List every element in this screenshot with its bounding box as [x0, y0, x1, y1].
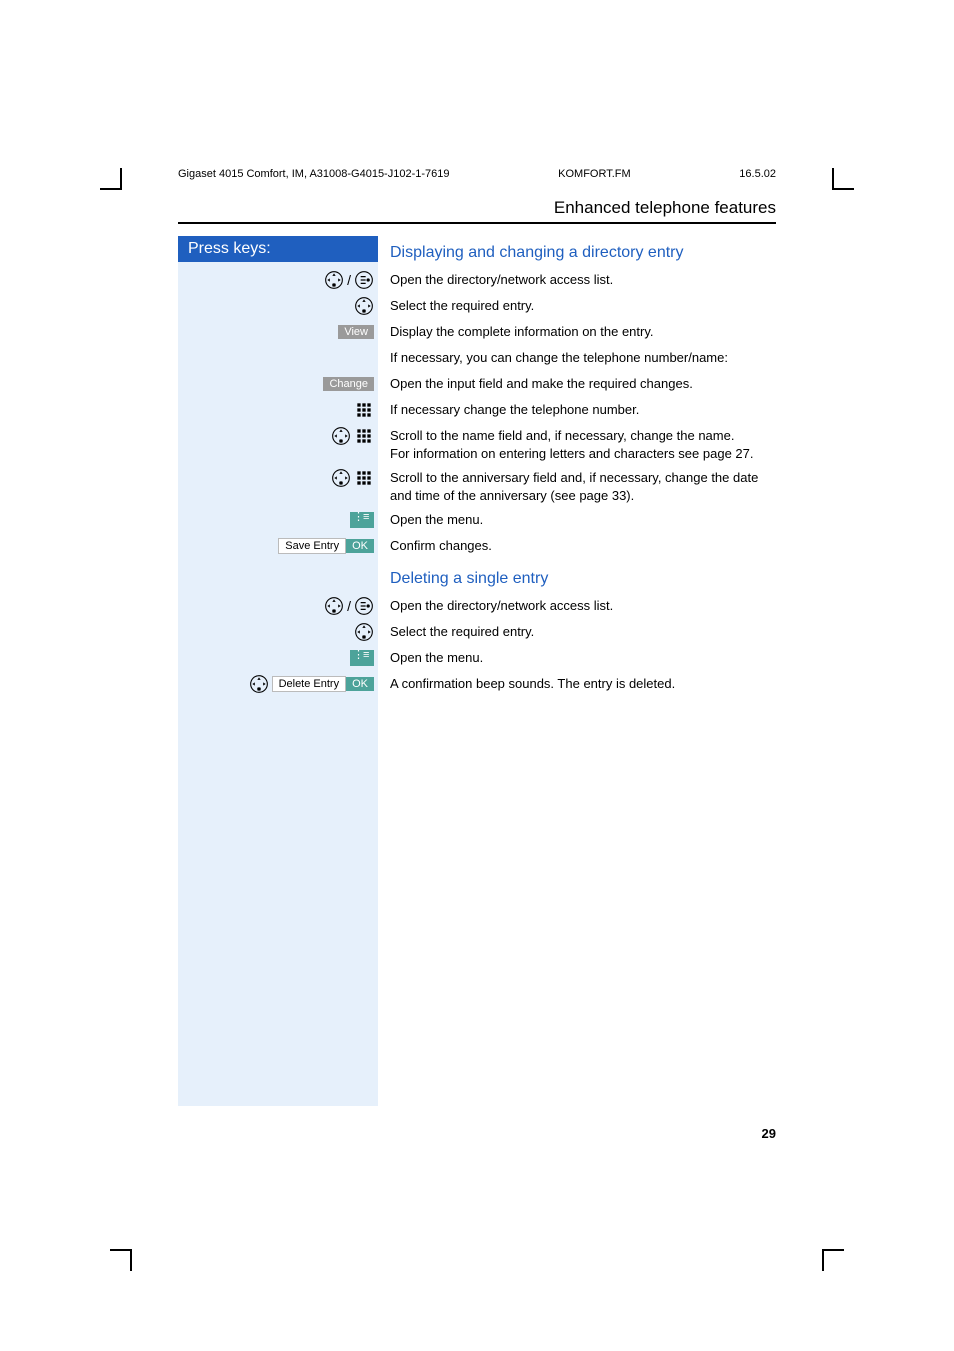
step-text: Display the complete information on the …: [390, 322, 776, 341]
softkey-change: Change: [323, 377, 374, 391]
step-text: If necessary change the telephone number…: [390, 400, 776, 419]
menu-item-save: Save Entry: [278, 538, 346, 554]
list-key-icon: [354, 270, 374, 290]
dpad-nav-icon: [249, 674, 269, 694]
step-text: Open the directory/network access list.: [390, 270, 776, 289]
step-text: Scroll to the name field and, if necessa…: [390, 426, 776, 462]
crop-mark: [100, 168, 122, 190]
keypad-icon: [354, 426, 374, 446]
crop-mark: [832, 168, 854, 190]
step-text: Open the menu.: [390, 510, 776, 529]
dpad-nav-icon: [354, 622, 374, 642]
header-filename: KOMFORT.FM: [558, 168, 631, 180]
subheading-delete: Deleting a single entry: [390, 570, 776, 588]
slash: /: [347, 598, 351, 614]
step-text: Scroll to the anniversary field and, if …: [390, 468, 776, 504]
keypad-icon: [354, 468, 374, 488]
crop-mark: [110, 1249, 132, 1271]
step-text: Confirm changes.: [390, 536, 776, 555]
dpad-nav-icon: [331, 426, 351, 446]
softkey-ok: OK: [346, 539, 374, 553]
softkey-view: View: [338, 325, 374, 339]
divider: [178, 222, 776, 224]
step-text: Open the menu.: [390, 648, 776, 667]
page-content: Gigaset 4015 Comfort, IM, A31008-G4015-J…: [178, 168, 776, 1106]
slash: /: [347, 272, 351, 288]
dpad-nav-icon: [354, 296, 374, 316]
keypad-icon: [354, 400, 374, 420]
section-title: Enhanced telephone features: [178, 198, 776, 218]
step-text: Open the directory/network access list.: [390, 596, 776, 615]
running-header: Gigaset 4015 Comfort, IM, A31008-G4015-J…: [178, 168, 776, 180]
menu-key-icon: [350, 650, 374, 666]
header-doc-id: Gigaset 4015 Comfort, IM, A31008-G4015-J…: [178, 168, 450, 180]
step-text: Select the required entry.: [390, 296, 776, 315]
header-date: 16.5.02: [739, 168, 776, 180]
step-text: Open the input field and make the requir…: [390, 374, 776, 393]
softkey-ok: OK: [346, 677, 374, 691]
step-text: A confirmation beep sounds. The entry is…: [390, 674, 776, 693]
menu-key-icon: [350, 512, 374, 528]
dpad-down-icon: [324, 270, 344, 290]
key-column-header: Press keys:: [178, 236, 378, 262]
crop-mark: [822, 1249, 844, 1271]
list-key-icon: [354, 596, 374, 616]
step-text: Select the required entry.: [390, 622, 776, 641]
step-text: If necessary, you can change the telepho…: [390, 348, 776, 367]
instruction-column: Displaying and changing a directory entr…: [378, 236, 776, 1106]
dpad-nav-icon: [331, 468, 351, 488]
page-number: 29: [762, 1126, 776, 1141]
subheading-display: Displaying and changing a directory entr…: [390, 244, 776, 262]
menu-item-delete: Delete Entry: [272, 676, 347, 692]
dpad-down-icon: [324, 596, 344, 616]
